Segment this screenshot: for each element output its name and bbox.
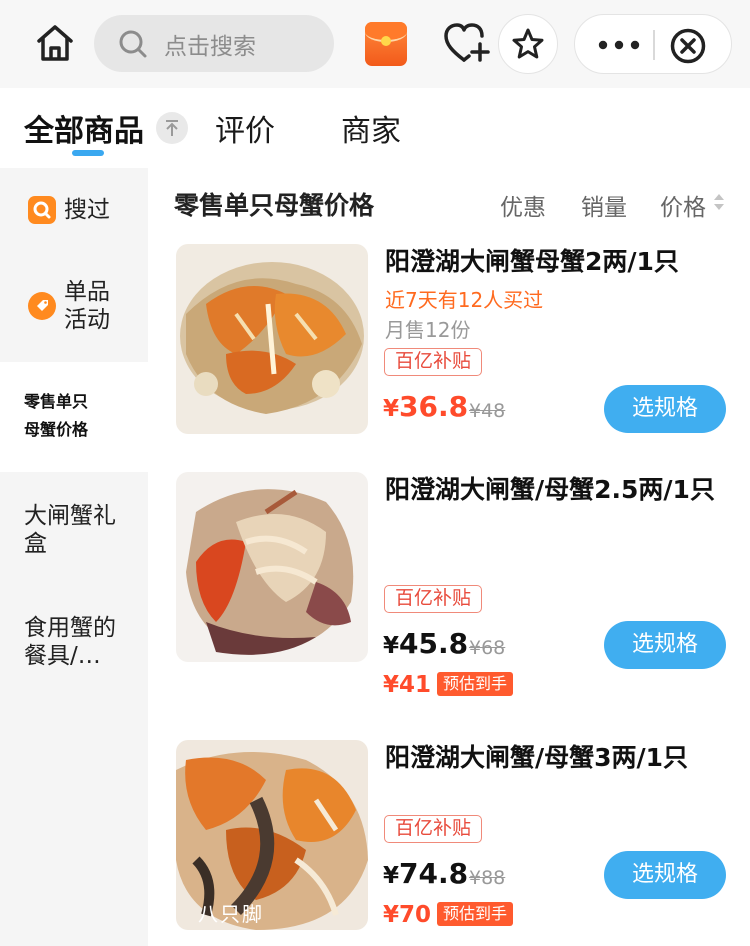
close-icon[interactable] [670,28,706,64]
red-packet-icon[interactable] [365,22,407,66]
sidebar-item-label: 单品 [64,279,110,305]
subsidy-badge: 百亿补贴 [384,348,483,376]
recent-buyers: 近7天有12人买过 [385,288,544,312]
price-value: 45.8 [399,627,469,660]
heart-plus-icon[interactable] [442,20,490,66]
choose-spec-button[interactable]: 选规格 [604,385,726,433]
choose-spec-button[interactable]: 选规格 [604,851,726,899]
sidebar-item-label: 母蟹价格 [24,420,89,439]
price-symbol: ¥ [383,863,400,889]
original-price: ¥48 [469,400,506,422]
product-card[interactable]: 阳澄湖大闸蟹母蟹2两/1只 近7天有12人买过 月售12份 百亿补贴 ¥36.8… [176,244,736,444]
tab-all-products[interactable]: 全部商品 [24,106,144,150]
search-placeholder: 点击搜索 [164,33,256,60]
product-image[interactable] [176,244,368,434]
choose-spec-button[interactable]: 选规格 [604,621,726,669]
product-card[interactable]: 阳澄湖大闸蟹/母蟹2.5两/1只 百亿补贴 ¥45.8 ¥68 选规格 ¥41 预… [176,472,736,702]
price-value: 36.8 [399,390,469,423]
favorite-button[interactable] [498,14,558,74]
sidebar-item-single-activity[interactable]: 单品 活动 [0,278,148,338]
sort-price[interactable]: 价格 [660,188,706,222]
product-card[interactable]: 八只脚 阳澄湖大闸蟹/母蟹3两/1只 百亿补贴 ¥74.8 ¥88 选规格 ¥7… [176,740,736,940]
image-watermark: 八只脚 [198,902,264,926]
estimated-price: ¥41 预估到手 [383,672,514,698]
sidebar-item-gift-box[interactable]: 大闸蟹礼 盒 [0,502,148,562]
category-sidebar: 搜过 单品 活动 零售单只 母蟹价格 大闸蟹礼 盒 食用蟹的 餐具/… [0,168,148,946]
product-name[interactable]: 阳澄湖大闸蟹/母蟹2.5两/1只 [385,472,715,508]
sidebar-item-retail-female-crab[interactable]: 零售单只 母蟹价格 [0,362,148,472]
top-bar: 点击搜索 [0,0,750,88]
product-name[interactable]: 阳澄湖大闸蟹/母蟹3两/1只 [385,740,715,776]
original-price: ¥68 [469,637,506,659]
mini-program-capsule [574,14,732,74]
price-value: 74.8 [399,857,469,890]
search-input[interactable]: 点击搜索 [94,15,334,72]
sidebar-item-label: 食用蟹的 [24,615,116,641]
sidebar-corner [0,336,148,362]
sidebar-item-searched[interactable]: 搜过 [0,194,148,244]
product-name[interactable]: 阳澄湖大闸蟹母蟹2两/1只 [385,244,715,280]
search-icon [119,30,147,57]
search-badge-icon [28,196,56,224]
price-symbol: ¥ [383,633,400,659]
product-image[interactable]: 八只脚 [176,740,368,930]
sidebar-item-label: 搜过 [64,197,110,223]
tag-badge-icon [28,292,56,320]
estimated-price-value: ¥41 [383,672,432,698]
price-symbol: ¥ [383,396,400,422]
tab-reviews[interactable]: 评价 [215,106,275,150]
price: ¥36.8 [383,390,468,423]
back-to-top-button[interactable] [156,112,188,144]
estimated-price-label: 预估到手 [437,902,514,926]
star-icon [512,28,544,59]
sidebar-item-label: 大闸蟹礼 [24,503,116,529]
subsidy-badge: 百亿补贴 [384,585,483,613]
sidebar-item-tableware[interactable]: 食用蟹的 餐具/… [0,614,148,674]
home-icon[interactable] [34,22,76,64]
original-price: ¥88 [469,867,506,889]
subsidy-badge: 百亿补贴 [384,815,483,843]
price: ¥74.8 [383,857,468,890]
sort-discount[interactable]: 优惠 [500,188,546,222]
sidebar-item-label: 盒 [24,531,47,557]
tab-active-indicator [72,150,104,156]
sidebar-item-label: 零售单只 [24,392,89,411]
price: ¥45.8 [383,627,468,660]
sidebar-corner [0,472,148,498]
more-icon[interactable] [597,31,641,59]
capsule-divider [653,30,655,60]
tab-bar: 全部商品 评价 商家 [0,88,750,168]
sidebar-item-label: 餐具/… [24,643,101,669]
section-title: 零售单只母蟹价格 [174,191,375,220]
estimated-price: ¥70 预估到手 [383,902,514,928]
product-image[interactable] [176,472,368,662]
sidebar-item-label: 活动 [64,307,110,333]
sort-sales[interactable]: 销量 [581,188,627,222]
estimated-price-value: ¥70 [383,902,432,928]
sort-arrows-icon [714,194,724,210]
tab-merchant[interactable]: 商家 [341,106,401,150]
estimated-price-label: 预估到手 [437,672,514,696]
monthly-sales: 月售12份 [385,318,471,342]
arrow-up-to-top-icon [166,120,178,136]
red-packet-seal [381,36,391,46]
